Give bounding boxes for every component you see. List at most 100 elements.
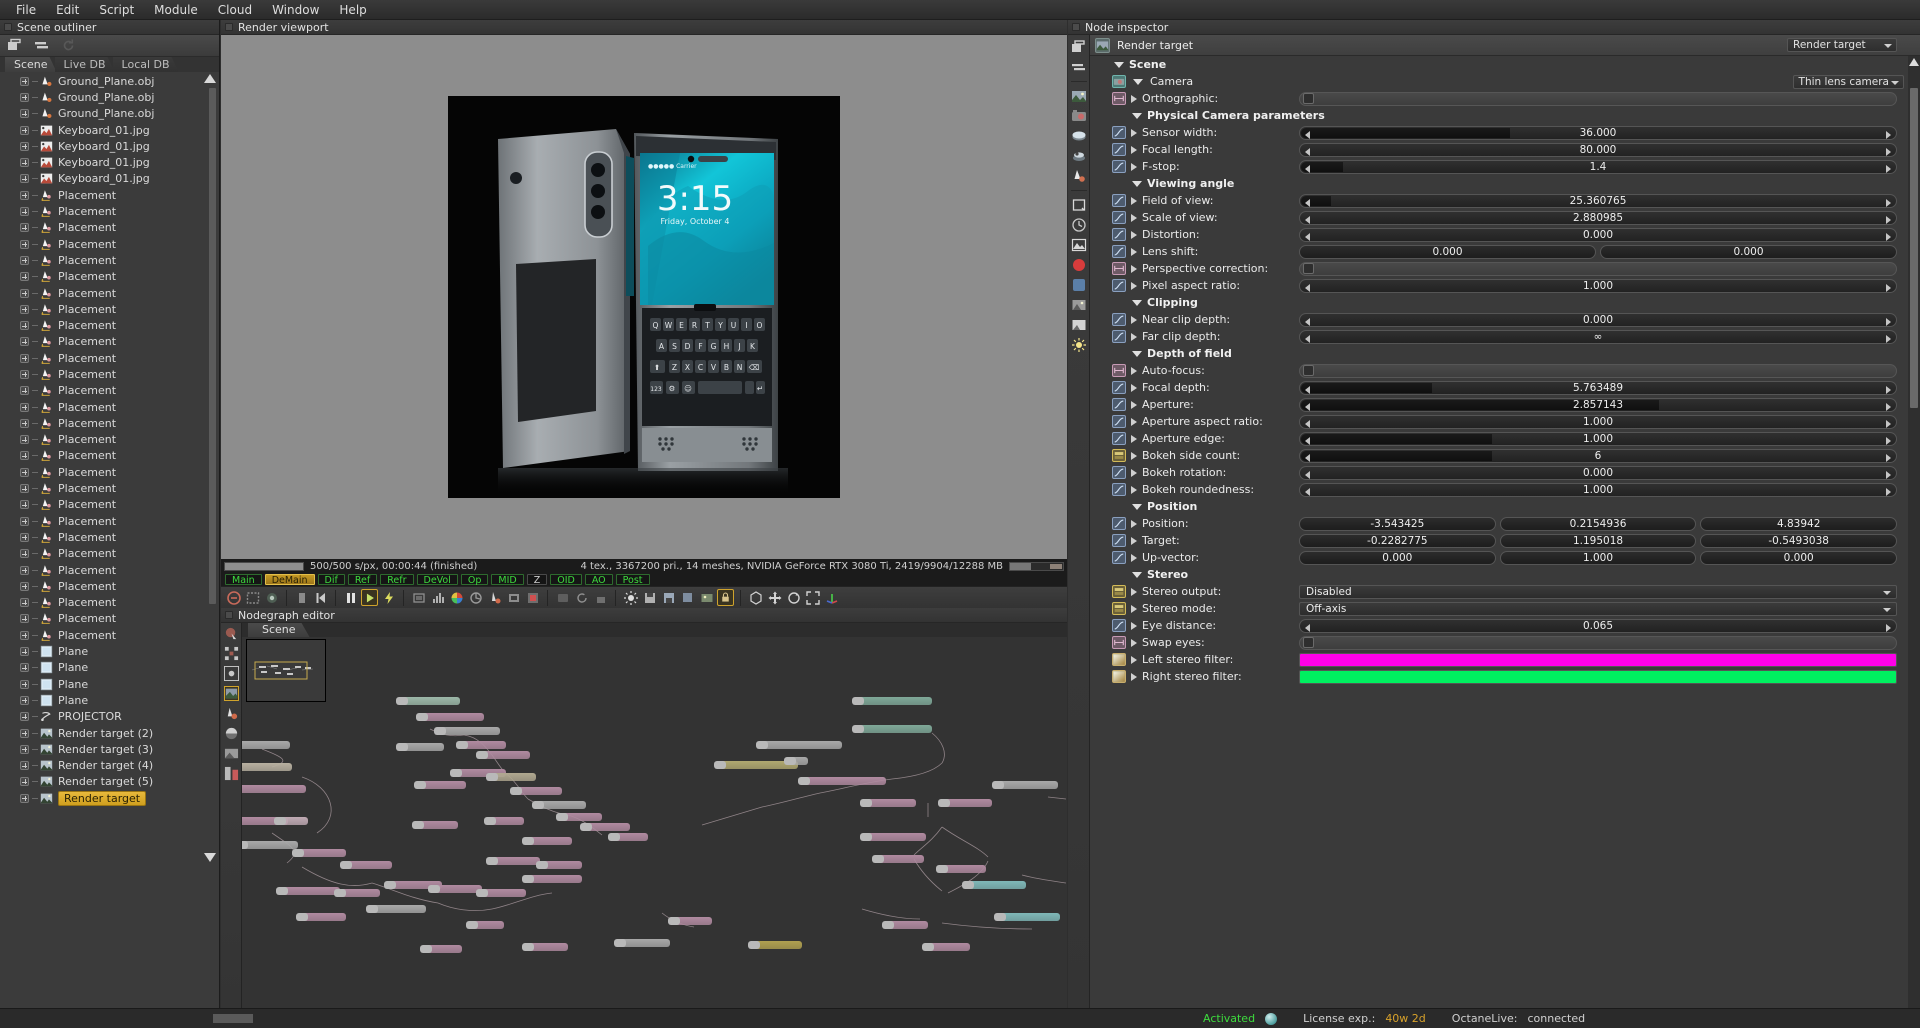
graph-node-input-pin[interactable] (614, 939, 626, 947)
expand-toggle-icon[interactable] (20, 761, 29, 770)
param-row-f-stop[interactable]: F-stop:1.4 (1090, 158, 1908, 175)
graph-node[interactable] (434, 885, 482, 893)
graph-node[interactable] (944, 799, 992, 807)
slider-decrement-arrow[interactable] (1305, 233, 1310, 241)
param-row-up-vector[interactable]: Up-vector:0.0001.0000.000 (1090, 549, 1908, 566)
param-row-far-clip-depth[interactable]: Far clip depth:∞ (1090, 328, 1908, 345)
outliner-row[interactable]: Plane (0, 692, 219, 708)
outliner-row[interactable]: Placement (0, 187, 219, 203)
expand-toggle-icon[interactable] (20, 435, 29, 444)
expand-triangle-icon[interactable] (1131, 418, 1137, 426)
expand-triangle-icon[interactable] (1131, 367, 1137, 375)
render-viewport-canvas[interactable]: ●●●●● Carrier 3:15 Friday, October 4 (221, 35, 1067, 559)
expand-toggle-icon[interactable] (20, 240, 29, 249)
outliner-row[interactable]: Placement (0, 595, 219, 611)
region-render-icon[interactable] (244, 589, 261, 606)
graph-node[interactable] (586, 823, 630, 831)
menu-item-edit[interactable]: Edit (46, 1, 89, 19)
post-processing-icon[interactable] (1071, 237, 1087, 253)
param-row-perspective-correction[interactable]: Perspective correction: (1090, 260, 1908, 277)
outliner-row[interactable]: Render target (2) (0, 725, 219, 741)
select-node-icon[interactable] (224, 626, 239, 641)
outliner-row[interactable]: Placement (0, 203, 219, 219)
texture-node-icon[interactable] (224, 746, 239, 761)
outliner-row[interactable]: Keyboard_01.jpg (0, 154, 219, 170)
outliner-row[interactable]: Placement (0, 415, 219, 431)
checkbox-orthographic[interactable] (1299, 92, 1897, 106)
slider-increment-arrow[interactable] (1886, 318, 1891, 326)
slider-increment-arrow[interactable] (1886, 471, 1891, 479)
graph-node[interactable] (968, 881, 1026, 889)
expand-toggle-icon[interactable] (20, 451, 29, 460)
camera-node-row[interactable]: CameraThin lens camera (1090, 73, 1908, 90)
graph-node-input-pin[interactable] (522, 875, 534, 883)
expand-toggle-icon[interactable] (20, 663, 29, 672)
kernel-icon[interactable] (1071, 148, 1087, 164)
param-row-lens-shift[interactable]: Lens shift:0.0000.000 (1090, 243, 1908, 260)
collapse-triangle-icon[interactable] (1132, 572, 1142, 578)
graph-node[interactable] (866, 799, 916, 807)
graph-node-input-pin[interactable] (532, 801, 544, 809)
move-tool-icon[interactable] (766, 589, 783, 606)
align-inputs-icon[interactable] (1071, 59, 1087, 75)
param-row-target[interactable]: Target:-0.22827751.195018-0.5493038 (1090, 532, 1908, 549)
graph-node[interactable] (928, 943, 970, 951)
graph-node-input-pin[interactable] (872, 855, 884, 863)
graph-node-input-pin[interactable] (274, 817, 286, 825)
graph-node-input-pin[interactable] (456, 741, 468, 749)
outliner-row[interactable]: Keyboard_01.jpg (0, 171, 219, 187)
checkbox-auto-focus[interactable] (1299, 364, 1897, 378)
expand-toggle-icon[interactable] (20, 403, 29, 412)
fast-render-icon[interactable] (380, 589, 397, 606)
slider-scale-of-view[interactable]: 2.880985 (1299, 211, 1897, 225)
render-pass-dif[interactable]: Dif (318, 574, 345, 585)
graph-node-input-pin[interactable] (522, 837, 534, 845)
outliner-tab-scene[interactable]: Scene (5, 57, 57, 72)
expand-triangle-icon[interactable] (1131, 248, 1137, 256)
graph-node-input-pin[interactable] (396, 697, 408, 705)
graph-node[interactable] (242, 785, 306, 793)
collapse-triangle-icon[interactable] (1132, 113, 1142, 119)
expand-toggle-icon[interactable] (20, 729, 29, 738)
slider-eye-distance[interactable]: 0.065 (1299, 619, 1897, 633)
outliner-row[interactable]: Placement (0, 546, 219, 562)
slider-increment-arrow[interactable] (1886, 386, 1891, 394)
slider-decrement-arrow[interactable] (1305, 488, 1310, 496)
graph-node[interactable] (402, 697, 460, 705)
slider-focal-depth[interactable]: 5.763489 (1299, 381, 1897, 395)
lock-resolution-icon[interactable] (592, 589, 609, 606)
outliner-row[interactable]: Render target (0, 790, 219, 806)
expand-triangle-icon[interactable] (1131, 673, 1137, 681)
graph-node-input-pin[interactable] (936, 865, 948, 873)
group-viewing-angle[interactable]: Viewing angle (1090, 175, 1908, 192)
outliner-row[interactable]: Render target (3) (0, 741, 219, 757)
graph-node[interactable] (562, 813, 602, 821)
group-depth-of-field[interactable]: Depth of field (1090, 345, 1908, 362)
graph-node-input-pin[interactable] (992, 781, 1004, 789)
outliner-row[interactable]: Plane (0, 660, 219, 676)
param-row-eye-distance[interactable]: Eye distance:0.065 (1090, 617, 1908, 634)
graph-node-input-pin[interactable] (962, 881, 974, 889)
menu-item-window[interactable]: Window (262, 1, 329, 19)
slider-decrement-arrow[interactable] (1305, 420, 1310, 428)
graph-node[interactable] (528, 875, 582, 883)
outliner-row[interactable]: Placement (0, 464, 219, 480)
expand-toggle-icon[interactable] (20, 223, 29, 232)
slider-bokeh-side-count[interactable]: 6 (1299, 449, 1897, 463)
outliner-row[interactable]: Ground_Plane.obj (0, 73, 219, 89)
expand-triangle-icon[interactable] (1131, 316, 1137, 324)
outliner-tab-live-db[interactable]: Live DB (55, 57, 115, 72)
slider-increment-arrow[interactable] (1886, 199, 1891, 207)
graph-node-input-pin[interactable] (396, 743, 408, 751)
value-field-y[interactable]: 1.000 (1500, 551, 1697, 565)
group-nodes-icon[interactable] (224, 666, 239, 681)
slider-decrement-arrow[interactable] (1305, 624, 1310, 632)
slider-increment-arrow[interactable] (1886, 335, 1891, 343)
render-pass-devol[interactable]: DeVol (417, 574, 458, 585)
graph-node-input-pin[interactable] (340, 861, 352, 869)
graph-node-input-pin[interactable] (522, 943, 534, 951)
expand-triangle-icon[interactable] (1131, 622, 1137, 630)
slider-decrement-arrow[interactable] (1305, 318, 1310, 326)
expand-toggle-icon[interactable] (20, 305, 29, 314)
outliner-row[interactable]: Placement (0, 448, 219, 464)
